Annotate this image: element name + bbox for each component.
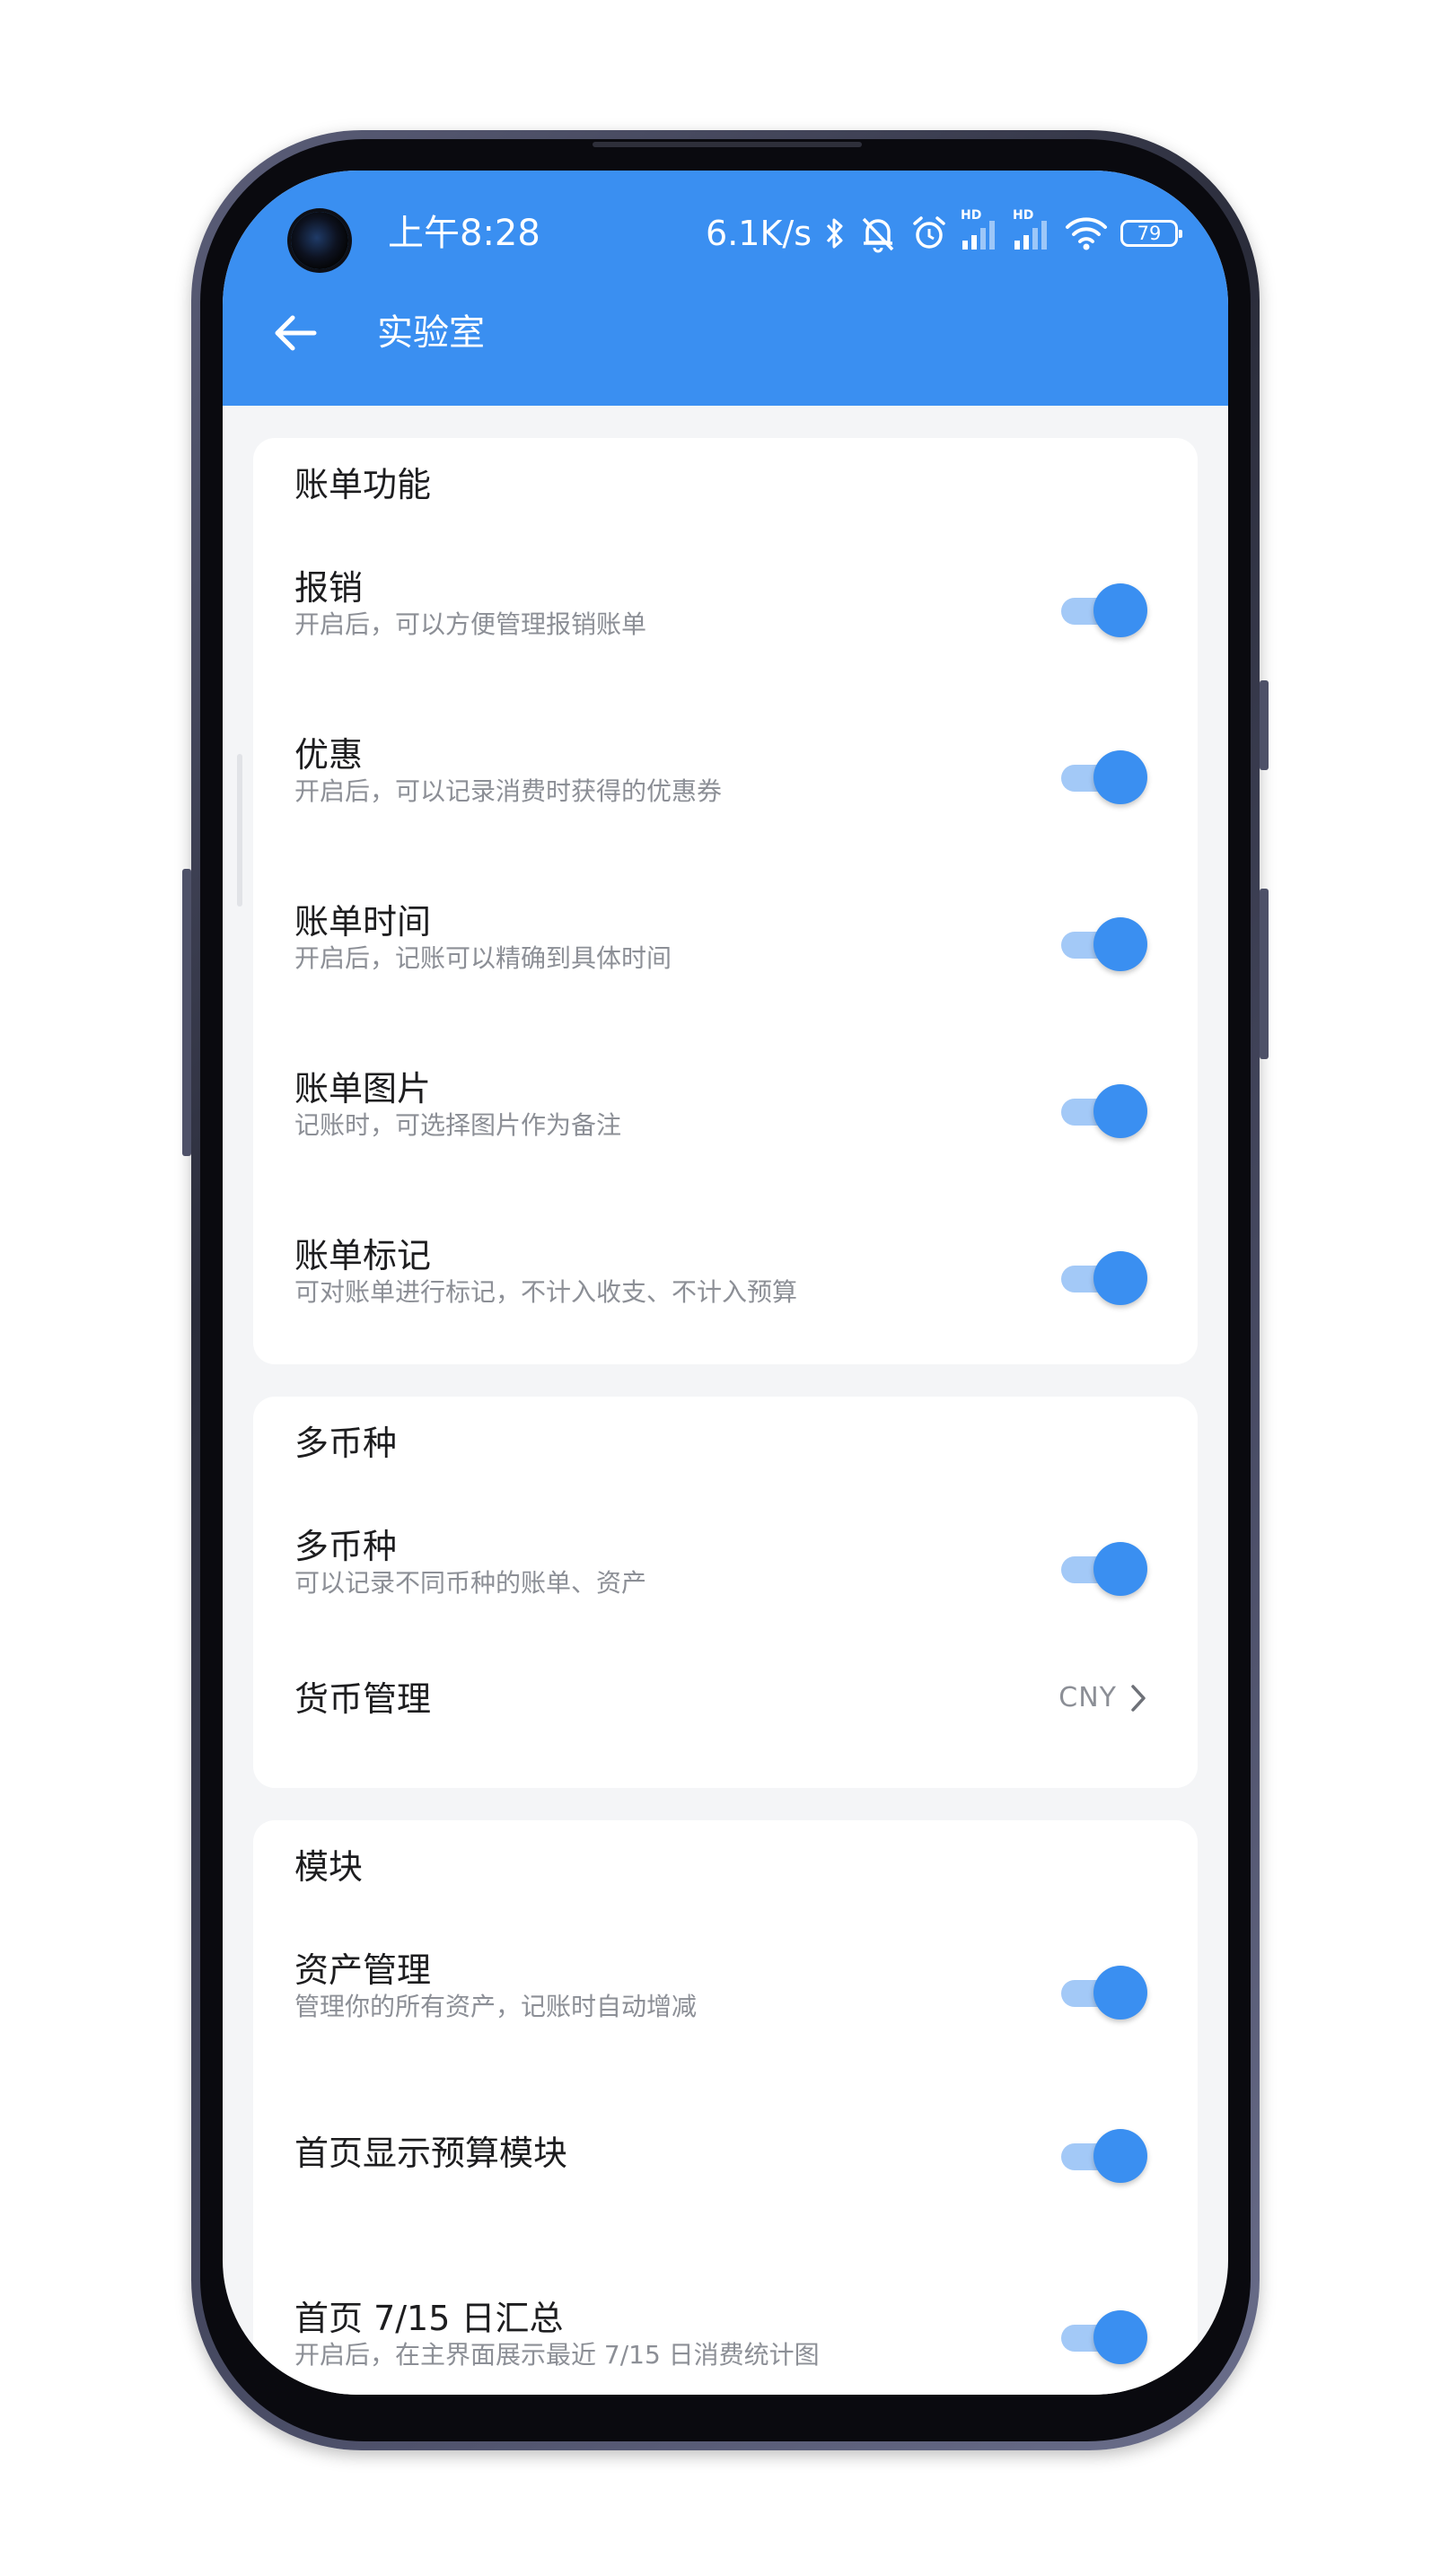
bluetooth-icon bbox=[824, 215, 846, 251]
currency-value: CNY bbox=[1058, 1682, 1117, 1713]
chevron-right-icon bbox=[1131, 1684, 1146, 1712]
alarm-icon bbox=[910, 215, 948, 252]
setting-description: 记账时，可选择图片作为备注 bbox=[294, 1110, 622, 1140]
setting-row-reimbursement[interactable]: 报销 开启后，可以方便管理报销账单 bbox=[253, 524, 1198, 691]
setting-description: 开启后，可以方便管理报销账单 bbox=[294, 609, 647, 639]
setting-title: 资产管理 bbox=[294, 1950, 432, 1990]
setting-title: 优惠 bbox=[294, 735, 364, 775]
status-bar-right: 6.1K/s HD HD 79 bbox=[706, 206, 1182, 260]
setting-title: 首页 7/15 日汇总 bbox=[294, 2299, 564, 2338]
status-time: 上午8:28 bbox=[388, 213, 540, 254]
asset-management-toggle[interactable] bbox=[1061, 1966, 1147, 2020]
signal-hd-label: HD bbox=[1013, 208, 1034, 223]
bill-image-toggle[interactable] bbox=[1061, 1084, 1147, 1138]
setting-row-discount[interactable]: 优惠 开启后，可以记录消费时获得的优惠券 bbox=[253, 691, 1198, 858]
arrow-left-icon bbox=[275, 315, 317, 351]
setting-title: 多币种 bbox=[294, 1527, 398, 1566]
page-title: 实验室 bbox=[377, 312, 485, 354]
setting-description: 开启后，可以记录消费时获得的优惠券 bbox=[294, 776, 723, 806]
front-camera bbox=[291, 212, 348, 269]
app-screen: 上午8:28 6.1K/s HD HD 79 实验室 账单功能 报销 开启后，可… bbox=[223, 171, 1228, 2395]
setting-row-multi-currency[interactable]: 多币种 可以记录不同币种的账单、资产 bbox=[253, 1483, 1198, 1650]
setting-description: 可以记录不同币种的账单、资产 bbox=[294, 1568, 647, 1598]
phone-speaker bbox=[593, 142, 862, 147]
home-budget-module-toggle[interactable] bbox=[1061, 2129, 1147, 2183]
setting-title: 首页显示预算模块 bbox=[294, 2134, 568, 2173]
section-title: 账单功能 bbox=[294, 465, 432, 504]
setting-description: 管理你的所有资产，记账时自动增减 bbox=[294, 1992, 698, 2021]
section-title: 模块 bbox=[294, 1847, 364, 1887]
mute-icon bbox=[858, 214, 898, 253]
battery-icon: 79 bbox=[1120, 220, 1182, 247]
app-header: 上午8:28 6.1K/s HD HD 79 实验室 bbox=[223, 171, 1228, 406]
setting-title: 账单图片 bbox=[294, 1069, 432, 1108]
bill-time-toggle[interactable] bbox=[1061, 917, 1147, 971]
network-speed: 6.1K/s bbox=[706, 214, 812, 253]
setting-row-asset-management[interactable]: 资产管理 管理你的所有资产，记账时自动增减 bbox=[253, 1906, 1198, 2073]
setting-row-bill-time[interactable]: 账单时间 开启后，记账可以精确到具体时间 bbox=[253, 858, 1198, 1025]
section-title: 多币种 bbox=[294, 1424, 398, 1463]
phone-power-button bbox=[1260, 680, 1269, 770]
signal-icon: HD bbox=[961, 208, 1000, 253]
setting-row-bill-image[interactable]: 账单图片 记账时，可选择图片作为备注 bbox=[253, 1025, 1198, 1192]
bill-mark-toggle[interactable] bbox=[1061, 1251, 1147, 1305]
phone-side-button bbox=[1260, 889, 1269, 1059]
setting-row-currency-management[interactable]: 货币管理 CNY bbox=[253, 1650, 1198, 1784]
setting-description: 可对账单进行标记，不计入收支、不计入预算 bbox=[294, 1277, 798, 1307]
setting-row-bill-mark[interactable]: 账单标记 可对账单进行标记，不计入收支、不计入预算 bbox=[253, 1192, 1198, 1359]
wifi-icon bbox=[1065, 215, 1108, 251]
setting-description: 开启后，记账可以精确到具体时间 bbox=[294, 943, 672, 973]
setting-title: 货币管理 bbox=[294, 1679, 432, 1719]
signal-hd-label: HD bbox=[961, 208, 982, 223]
scrollbar[interactable] bbox=[237, 754, 242, 907]
setting-row-home-summary[interactable]: 首页 7/15 日汇总 开启后，在主界面展示最近 7/15 日消费统计图 bbox=[253, 2240, 1198, 2395]
setting-description: 开启后，在主界面展示最近 7/15 日消费统计图 bbox=[294, 2340, 820, 2370]
section-card-modules: 模块 资产管理 管理你的所有资产，记账时自动增减 首页显示预算模块 首页 7/1… bbox=[253, 1820, 1198, 2395]
section-card-bill-features: 账单功能 报销 开启后，可以方便管理报销账单 优惠 开启后，可以记录消费时获得的… bbox=[253, 438, 1198, 1364]
reimbursement-toggle[interactable] bbox=[1061, 583, 1147, 637]
home-summary-toggle[interactable] bbox=[1061, 2310, 1147, 2364]
setting-title: 报销 bbox=[294, 568, 364, 608]
signal-icon: HD bbox=[1013, 208, 1052, 253]
back-button[interactable] bbox=[266, 303, 325, 363]
setting-title: 账单时间 bbox=[294, 902, 432, 942]
multi-currency-toggle[interactable] bbox=[1061, 1542, 1147, 1596]
phone-volume-button bbox=[182, 869, 191, 1156]
currency-value-link[interactable]: CNY bbox=[1058, 1682, 1147, 1713]
discount-toggle[interactable] bbox=[1061, 750, 1147, 804]
section-card-multi-currency: 多币种 多币种 可以记录不同币种的账单、资产 货币管理 CNY bbox=[253, 1397, 1198, 1788]
setting-title: 账单标记 bbox=[294, 1236, 432, 1275]
setting-row-home-budget-module[interactable]: 首页显示预算模块 bbox=[253, 2073, 1198, 2240]
settings-content: 账单功能 报销 开启后，可以方便管理报销账单 优惠 开启后，可以记录消费时获得的… bbox=[253, 438, 1198, 2395]
